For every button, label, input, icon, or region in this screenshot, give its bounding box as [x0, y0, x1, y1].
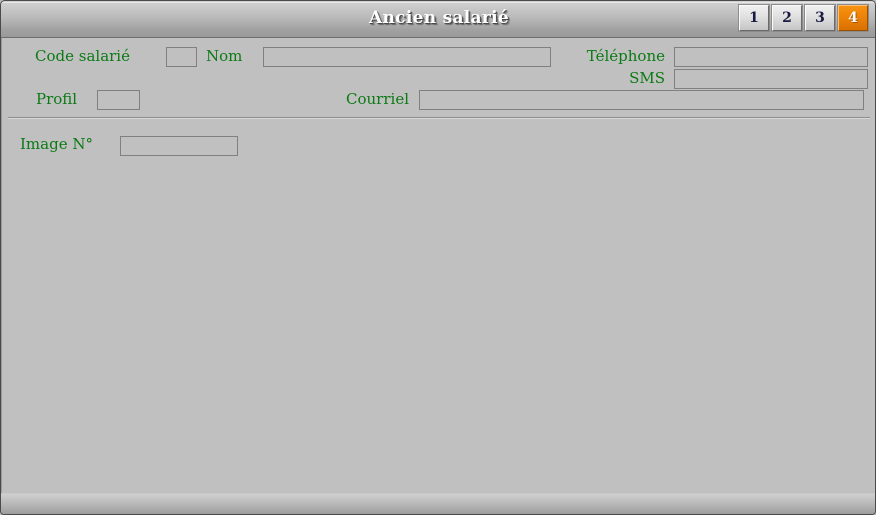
tab-bar: 1 2 3 4	[739, 5, 868, 31]
image-no-input[interactable]	[120, 136, 238, 156]
title-bar: Ancien salarié 1 2 3 4	[1, 1, 875, 38]
tab-3-label: 3	[815, 10, 825, 26]
tab-3[interactable]: 3	[805, 5, 835, 31]
status-bar	[1, 493, 875, 514]
sms-input[interactable]	[674, 69, 868, 89]
sms-label: SMS	[629, 69, 665, 87]
tab-4[interactable]: 4	[838, 5, 868, 31]
telephone-input[interactable]	[674, 47, 868, 67]
courriel-label: Courriel	[346, 90, 409, 108]
profil-input[interactable]	[97, 90, 140, 110]
tab-2[interactable]: 2	[772, 5, 802, 31]
application-window: Ancien salarié 1 2 3 4 Code salarié Nom …	[0, 0, 876, 515]
tab-2-label: 2	[782, 10, 792, 26]
section-separator	[8, 117, 870, 119]
tab-4-label: 4	[848, 10, 858, 26]
tab-1-label: 1	[749, 10, 759, 26]
code-salarie-input[interactable]	[166, 47, 197, 67]
profil-label: Profil	[36, 90, 78, 108]
telephone-label: Téléphone	[586, 47, 665, 65]
image-no-label: Image N°	[20, 135, 93, 153]
courriel-input[interactable]	[419, 90, 864, 110]
tab-1[interactable]: 1	[739, 5, 769, 31]
form-area: Code salarié Nom Téléphone SMS Profil Co…	[1, 38, 875, 495]
code-salarie-label: Code salarié	[35, 47, 130, 65]
nom-label: Nom	[206, 47, 243, 65]
